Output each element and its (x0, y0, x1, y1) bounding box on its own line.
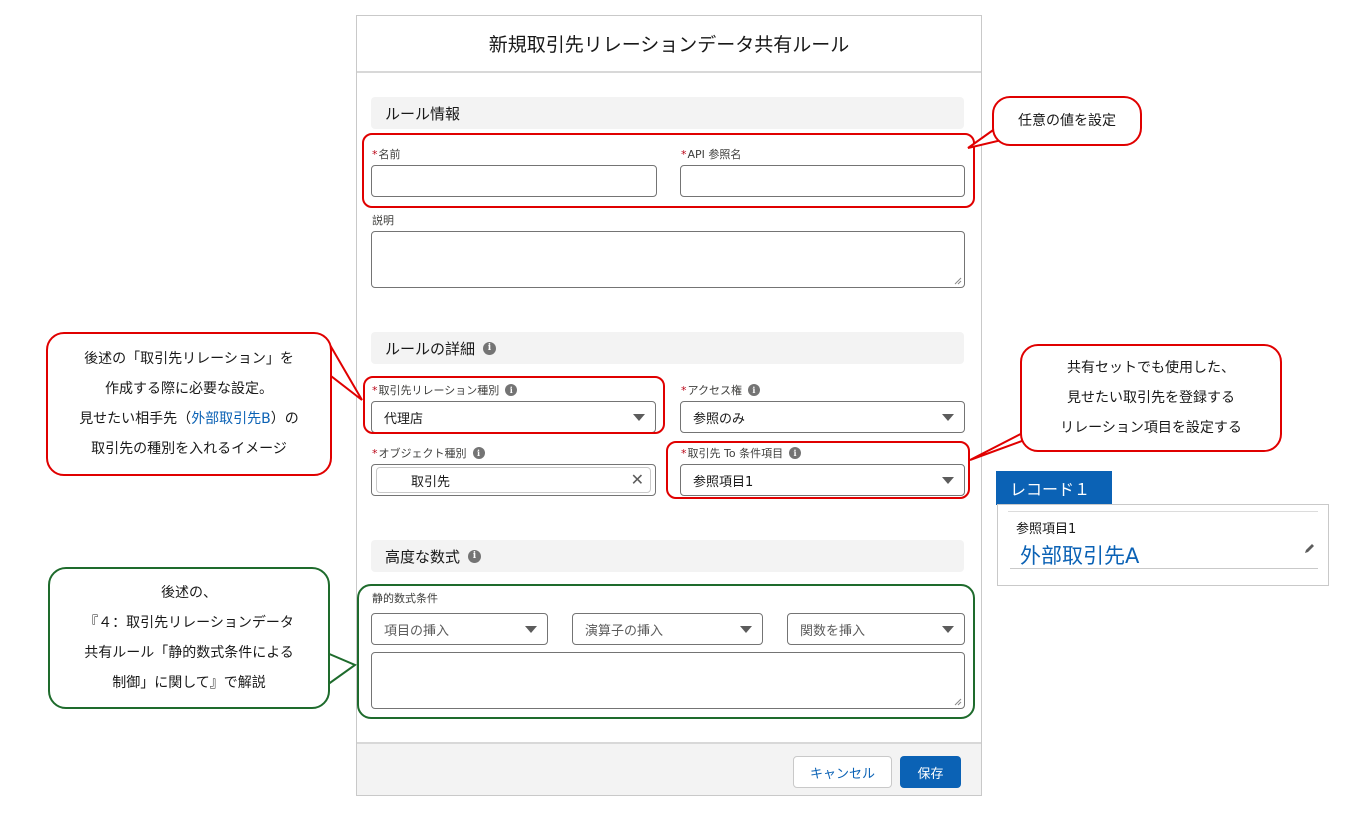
record-field-label: 参照項目1 (1016, 522, 1077, 537)
callout-relation-type: 後述の「取引先リレーション」を 作成する際に必要な設定。 見せたい相手先（外部取… (46, 332, 332, 476)
record-field-value[interactable]: 外部取引先A (1020, 540, 1139, 570)
callout-account-to-field: 共有セットでも使用した、 見せたい取引先を登録する リレーション項目を設定する (1020, 344, 1282, 452)
record-card: 参照項目1 外部取引先A (997, 504, 1329, 586)
pencil-icon[interactable] (1303, 543, 1315, 555)
record-tab: レコード１ (996, 471, 1112, 505)
callout-formula: 後述の、 『４：取引先リレーションデータ 共有ルール「静的数式条件による 制御」… (48, 567, 330, 709)
callout-name-api: 任意の値を設定 (992, 96, 1142, 146)
